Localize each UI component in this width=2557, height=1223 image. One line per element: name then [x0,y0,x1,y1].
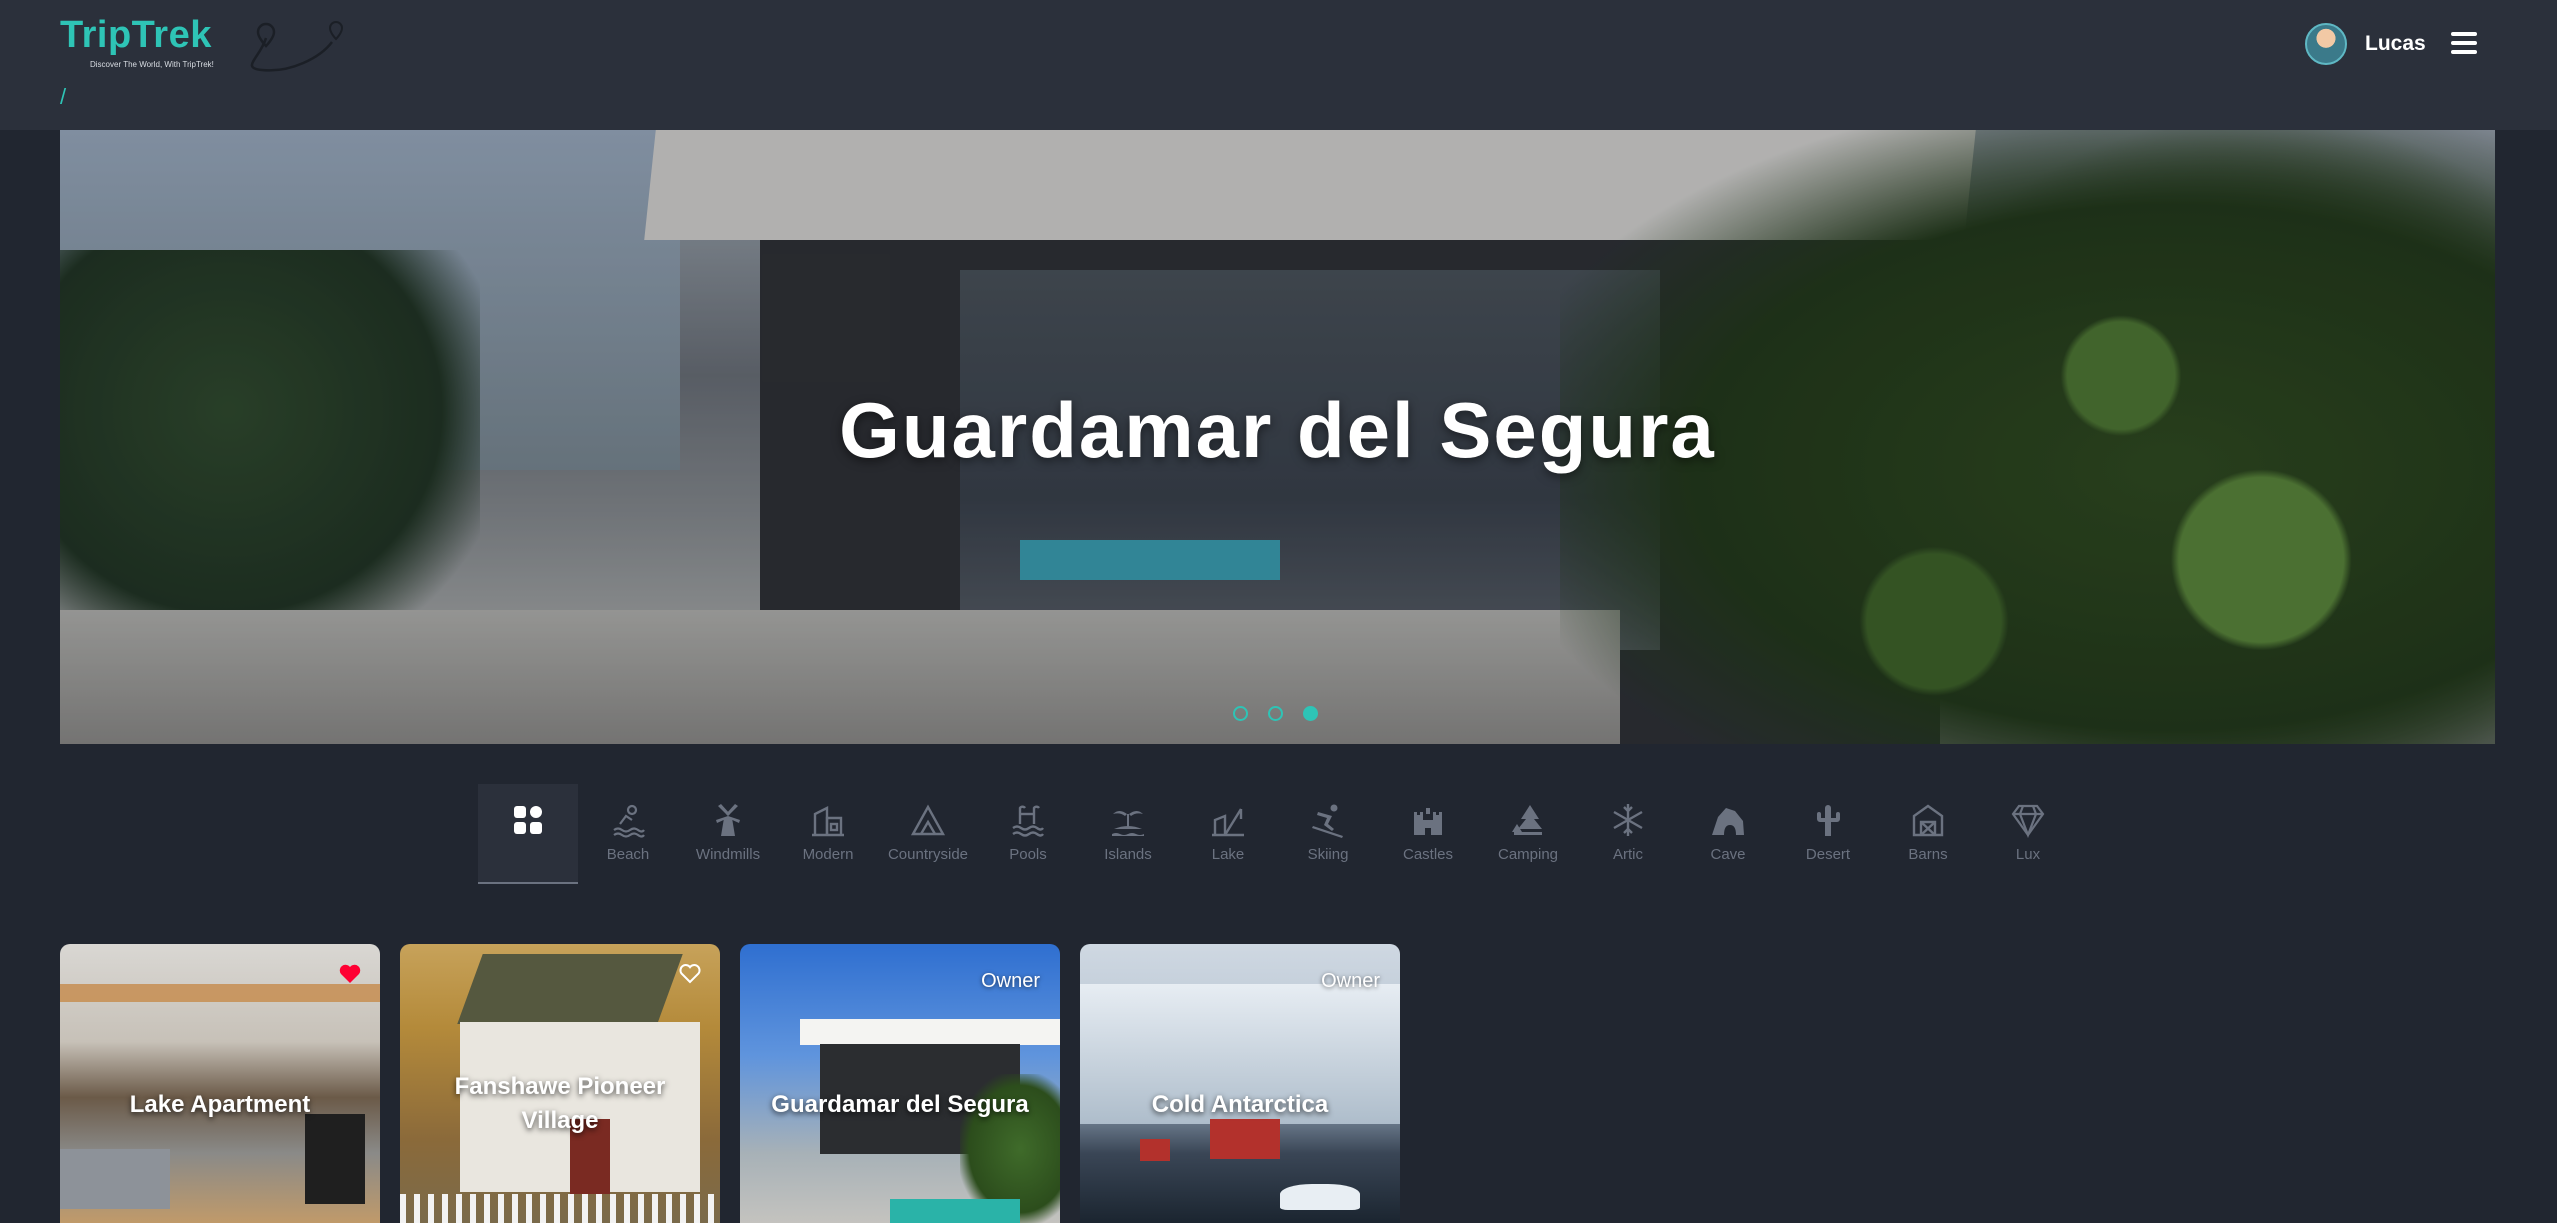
barn-icon [1908,800,1948,840]
cave-icon [1708,800,1748,840]
listing-title: Lake Apartment [129,1091,311,1118]
diamond-icon [2008,800,2048,840]
category-lake[interactable]: Lake [1178,784,1278,884]
beach-icon [608,800,648,840]
category-countryside[interactable]: Countryside [878,784,978,884]
category-label: Modern [802,846,854,863]
category-label: Countryside [887,846,969,863]
category-label: Lake [1211,846,1245,863]
owner-badge: Owner [981,970,1040,992]
category-label: Windmills [695,846,761,863]
category-bar: Beach Windmills Modern Countryside Pools… [478,784,2078,884]
category-castles[interactable]: Castles [1378,784,1478,884]
listing-card[interactable]: Owner Cold Antarctica [1080,944,1400,1223]
listing-card[interactable]: Lake Apartment [60,944,380,1223]
category-label: Castles [1402,846,1454,863]
user-menu[interactable]: Lucas [2305,22,2426,66]
carousel-dot-3[interactable] [1303,706,1318,721]
category-lux[interactable]: Lux [1978,784,2078,884]
category-camping[interactable]: Camping [1478,784,1578,884]
category-pools[interactable]: Pools [978,784,1078,884]
category-label: Desert [1805,846,1851,863]
category-label: Skiing [1307,846,1349,863]
category-islands[interactable]: Islands [1078,784,1178,884]
favorite-heart-icon[interactable] [338,962,362,984]
carousel-dots [1233,706,1318,721]
island-icon [1108,800,1148,840]
pool-icon [1008,800,1048,840]
category-label: Cave [1710,846,1746,863]
listing-card[interactable]: Owner Guardamar del Segura [740,944,1060,1223]
favorite-heart-outline-icon[interactable] [678,962,702,984]
carousel-dot-2[interactable] [1268,706,1283,721]
category-label: Lux [2015,846,2041,863]
category-artic[interactable]: Artic [1578,784,1678,884]
category-skiing[interactable]: Skiing [1278,784,1378,884]
brand-logo[interactable]: TripTrek Discover The World, With TripTr… [60,14,344,74]
category-label: Pools [1009,846,1047,863]
avatar[interactable] [2305,23,2347,65]
top-navbar: TripTrek Discover The World, With TripTr… [0,0,2557,130]
breadcrumb[interactable]: / [60,84,66,110]
snowflake-icon [1608,800,1648,840]
hero-carousel[interactable]: Guardamar del Segura [60,130,2495,744]
category-label: Camping [1497,846,1559,863]
listing-title: Fanshawe Pioneer Village [454,1073,666,1134]
modern-building-icon [808,800,848,840]
hamburger-menu-icon[interactable] [2451,32,2477,54]
listing-title: Guardamar del Segura [771,1091,1029,1118]
castle-icon [1408,800,1448,840]
mountain-icon [908,800,948,840]
category-beach[interactable]: Beach [578,784,678,884]
listing-title: Cold Antarctica [1151,1091,1329,1118]
hero-title: Guardamar del Segura [839,386,1716,474]
category-desert[interactable]: Desert [1778,784,1878,884]
windmill-icon [708,800,748,840]
carousel-dot-1[interactable] [1233,706,1248,721]
category-label: Artic [1613,846,1643,863]
lake-icon [1208,800,1248,840]
grid-icon [508,800,548,840]
owner-badge: Owner [1321,970,1380,992]
category-all[interactable] [478,784,578,884]
category-modern[interactable]: Modern [778,784,878,884]
route-pin-icon [250,20,344,72]
user-name[interactable]: Lucas [2365,32,2426,56]
skiing-icon [1308,800,1348,840]
category-barns[interactable]: Barns [1878,784,1978,884]
category-label: Barns [1908,846,1948,863]
cactus-icon [1808,800,1848,840]
category-label: Islands [1104,846,1152,863]
category-label: Beach [606,846,650,863]
category-cave[interactable]: Cave [1678,784,1778,884]
brand-name: TripTrek [60,14,212,56]
listing-card[interactable]: Fanshawe Pioneer Village [400,944,720,1223]
camping-icon [1508,800,1548,840]
brand-tagline: Discover The World, With TripTrek! [90,60,214,69]
category-windmills[interactable]: Windmills [678,784,778,884]
